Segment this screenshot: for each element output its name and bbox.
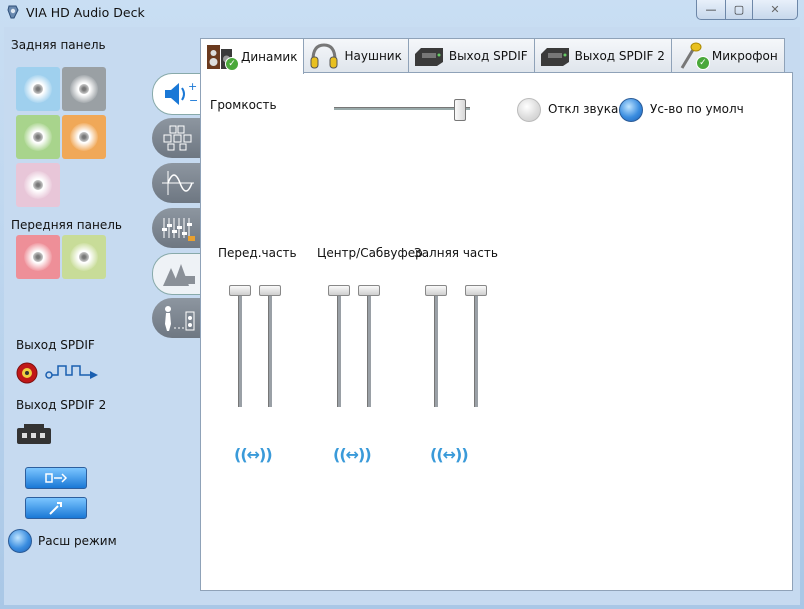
channel-volume-slider[interactable] (337, 285, 341, 407)
environment-icon (163, 264, 195, 286)
master-volume-slider[interactable] (334, 107, 470, 110)
channel-volume-thumb[interactable] (425, 285, 447, 296)
front-jack-lime[interactable] (62, 235, 106, 279)
client-area: Задняя панель Передняя панель Выход SPDI… (4, 27, 800, 605)
vtab-environment[interactable] (152, 253, 201, 295)
check-icon: ✓ (695, 56, 710, 70)
tools-button[interactable] (25, 497, 87, 519)
speaker-settings-panel (200, 72, 793, 591)
spdif-optical-icon[interactable] (16, 423, 54, 449)
headphones-icon (308, 42, 340, 70)
rear-panel-label: Задняя панель (11, 38, 106, 52)
connector-settings-button[interactable] (25, 467, 87, 489)
vtab-speaker-volume[interactable]: + − (152, 73, 201, 115)
channel-label: Центр/Сабвуфер (317, 246, 423, 260)
channel-volume-slider[interactable] (367, 285, 371, 407)
equalizer-icon (162, 218, 195, 241)
vtab-speaker-config[interactable] (152, 118, 200, 158)
title-bar[interactable]: VIA HD Audio Deck — ▢ ✕ (0, 0, 804, 26)
front-jack-red[interactable] (16, 235, 60, 279)
waveform-icon (162, 171, 194, 195)
volume-label: Громкость (210, 98, 277, 112)
channel-volume-thumb[interactable] (328, 285, 350, 296)
tab-label: Выход SPDIF 2 (574, 49, 665, 63)
speaker-config-icon (163, 125, 192, 151)
spdif-device-icon (413, 42, 445, 70)
spdif-label: Выход SPDIF (16, 338, 95, 352)
channel-volume-slider[interactable] (474, 285, 478, 407)
room-calibration-icon (165, 306, 195, 331)
close-button[interactable]: ✕ (753, 0, 798, 20)
check-icon: ✓ (225, 56, 239, 71)
device-tab-bar: ✓ Динамик Наушник Выход SPDIF Выход SPDIF 2 ✓… (200, 38, 785, 74)
tab-2[interactable]: Наушник (303, 38, 409, 73)
rear-jack-orange[interactable] (62, 115, 106, 159)
tab-label: Наушник (344, 49, 402, 63)
speaker-icon: ✓ (205, 43, 239, 71)
maximize-button[interactable]: ▢ (726, 0, 753, 20)
mute-label: Откл звука (548, 102, 619, 116)
tab-label: Выход SPDIF (448, 49, 528, 63)
advanced-mode-radio[interactable] (8, 529, 32, 553)
channel-volume-slider[interactable] (434, 285, 438, 407)
vtab-equalizer[interactable] (152, 208, 200, 248)
svg-text:+: + (188, 80, 197, 93)
tab-label: Микрофон (711, 49, 778, 63)
balance-link-icon[interactable]: ((↔)) (234, 445, 273, 464)
minimize-button[interactable]: — (696, 0, 726, 20)
channel-label: Залняя часть (414, 246, 498, 260)
balance-link-icon[interactable]: ((↔)) (333, 445, 372, 464)
channel-volume-thumb[interactable] (259, 285, 281, 296)
svg-text:−: − (189, 94, 197, 107)
vtab-room-calibration[interactable] (152, 298, 200, 338)
app-window: VIA HD Audio Deck — ▢ ✕ Задняя панель Пе… (0, 0, 804, 609)
spdif2-label: Выход SPDIF 2 (16, 398, 107, 412)
advanced-mode-label: Расш режим (38, 534, 117, 548)
master-volume-thumb[interactable] (453, 99, 466, 121)
default-device-radio[interactable] (619, 98, 643, 122)
channel-volume-thumb[interactable] (229, 285, 251, 296)
tab-4[interactable]: Выход SPDIF 2 (533, 38, 672, 73)
spdif-coaxial-icon[interactable] (16, 361, 100, 387)
channel-volume-thumb[interactable] (465, 285, 487, 296)
connector-settings-icon (45, 473, 68, 483)
jack-sidebar: Задняя панель Передняя панель Выход SPDI… (4, 27, 152, 605)
rear-jack-pink[interactable] (16, 163, 60, 207)
spdif-device-icon (539, 42, 571, 70)
wrench-icon (49, 502, 62, 515)
front-panel-label: Передняя панель (11, 218, 122, 232)
default-device-label: Ус-во по умолч (650, 102, 744, 116)
tab-3[interactable]: Выход SPDIF (407, 38, 535, 73)
balance-link-icon[interactable]: ((↔)) (430, 445, 469, 464)
mute-radio[interactable] (517, 98, 541, 122)
rear-jack-blue[interactable] (16, 67, 60, 111)
vtab-waveform[interactable] (152, 163, 200, 203)
tab-5[interactable]: ✓ Микрофон (670, 38, 785, 73)
channel-volume-thumb[interactable] (358, 285, 380, 296)
tab-label: Динамик (241, 49, 298, 64)
tab-1[interactable]: ✓ Динамик (200, 38, 305, 74)
speaker-volume-icon: + − (165, 80, 197, 107)
window-title: VIA HD Audio Deck (26, 5, 145, 20)
channel-volume-slider[interactable] (268, 285, 272, 407)
channel-volume-slider[interactable] (238, 285, 242, 407)
app-logo-icon (7, 5, 19, 19)
rear-jack-gray[interactable] (62, 67, 106, 111)
channel-label: Перед.часть (218, 246, 297, 260)
rear-jack-green[interactable] (16, 115, 60, 159)
microphone-icon: ✓ (676, 42, 710, 70)
